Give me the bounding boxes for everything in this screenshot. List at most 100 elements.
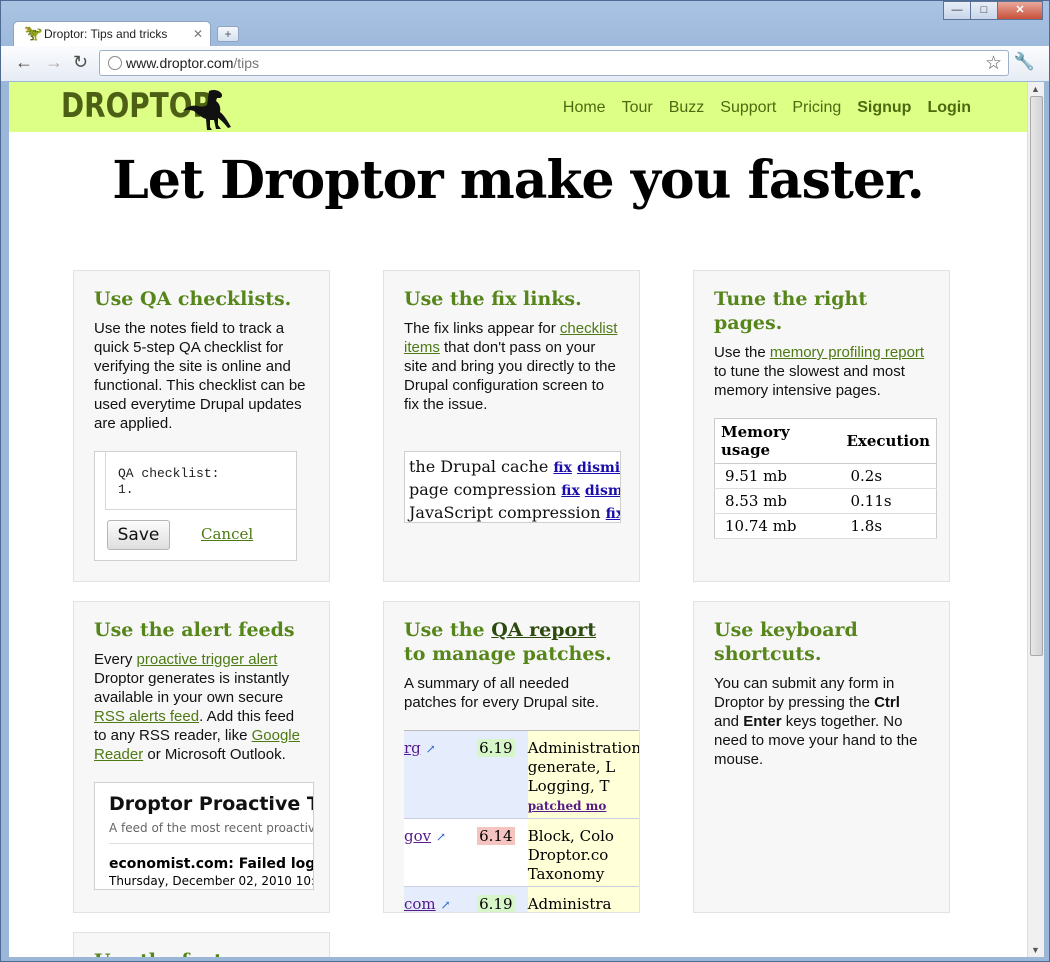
site-link[interactable]: rg [404, 739, 421, 757]
card-qa-report: Use the QA report to manage patches. A s… [383, 601, 640, 913]
dismiss-link[interactable]: dismiss [585, 483, 620, 499]
title-text: Use the [404, 619, 492, 641]
column-header: Execution [840, 418, 937, 464]
url-path: /tips [233, 55, 260, 71]
bookmark-star-icon[interactable]: ☆ [985, 52, 1002, 75]
body-text: to tune the slowest and most memory inte… [714, 363, 905, 399]
checklist-row: JavaScript compression fix [409, 502, 620, 522]
browser-tab[interactable]: 🦖 Droptor: Tips and tricks ✕ [13, 21, 211, 47]
qa-notes-form: QA checklist: 1. Save Cancel [94, 451, 297, 561]
card-title: Use the fix links. [404, 288, 582, 310]
patched-modules-link[interactable]: patched mo [528, 799, 607, 813]
forward-icon[interactable]: → [45, 52, 63, 72]
close-button[interactable]: ✕ [997, 1, 1043, 20]
nav-pricing[interactable]: Pricing [792, 99, 841, 117]
memory-profiling-link[interactable]: memory profiling report [770, 344, 924, 361]
window-controls: — □ ✕ [943, 1, 1043, 20]
card-alert-feeds: Use the alert feeds Every proactive trig… [73, 601, 330, 913]
maximize-button[interactable]: □ [970, 1, 998, 20]
browser-toolbar: ← → ↻ www.droptor.com/tips ☆ 🔧 [1, 46, 1049, 81]
execution-cell: 0.11s [840, 488, 937, 514]
notes-textarea[interactable]: QA checklist: 1. [105, 452, 296, 510]
save-button[interactable]: Save [107, 520, 170, 550]
feed-subtitle: A feed of the most recent proactive trig… [109, 821, 313, 844]
qa-report-table: rg ↗ 6.19 Administration generate, L Loggi… [404, 730, 640, 913]
table-row: 8.53 mb 0.11s [714, 488, 937, 514]
dinosaur-icon: 🦖 [24, 25, 43, 42]
title-text: to manage patches. [404, 643, 612, 665]
fix-link[interactable]: fix [606, 506, 620, 522]
external-link-icon[interactable]: ↗ [436, 830, 446, 844]
site-link[interactable]: gov [404, 827, 431, 845]
checklist-row: the Drupal cache fix dismiss [409, 456, 620, 479]
table-row: com ↗ 6.19 Administra [404, 886, 639, 913]
fix-link[interactable]: fix [553, 460, 572, 476]
memory-cell: 8.53 mb [714, 488, 841, 514]
table-row: 10.74 mb 1.8s [714, 513, 937, 539]
vertical-scrollbar[interactable]: ▲ ▼ [1027, 82, 1044, 957]
card-keyboard-shortcuts: Use keyboard shortcuts. You can submit a… [693, 601, 950, 913]
card-qa-checklists: Use QA checklists. Use the notes field t… [73, 270, 330, 582]
module-text: Taxonomy [527, 865, 605, 883]
row-label: page compression [409, 480, 562, 499]
rss-feed-link[interactable]: RSS alerts feed [94, 708, 199, 725]
page-title: Let Droptor make you faster. [112, 150, 924, 211]
cancel-link[interactable]: Cancel [201, 525, 253, 543]
globe-icon [108, 56, 122, 70]
body-text: Use the [714, 344, 770, 361]
minimize-button[interactable]: — [943, 1, 971, 20]
memory-table: Memory usage Execution 9.51 mb 0.2s 8.53 m… [714, 418, 937, 539]
nav-home[interactable]: Home [563, 99, 606, 117]
body-text: Droptor generates is instantly available… [94, 670, 290, 706]
site-header: DROPTOR Home Tour Buzz Support Pricing S… [9, 82, 1027, 132]
address-bar[interactable]: www.droptor.com/tips ☆ [99, 50, 1009, 76]
module-text: Block, Colo [527, 827, 614, 845]
module-text: Administra [527, 895, 612, 913]
card-tune-pages: Tune the right pages. Use the memory pro… [693, 270, 950, 582]
card-body: The fix links appear for checklist items… [404, 319, 619, 414]
close-tab-icon[interactable]: ✕ [193, 22, 203, 46]
nav-signup[interactable]: Signup [857, 99, 911, 117]
qa-report-link[interactable]: QA report [491, 619, 596, 641]
module-text: Droptor.co [527, 846, 609, 864]
card-title: Use keyboard shortcuts. [714, 619, 858, 665]
scroll-down-icon[interactable]: ▼ [1031, 945, 1040, 955]
column-header: Memory usage [714, 418, 841, 464]
external-link-icon[interactable]: ↗ [426, 742, 436, 756]
new-tab-button[interactable]: + [217, 26, 239, 42]
memory-cell: 9.51 mb [714, 463, 841, 489]
dinosaur-logo-icon [183, 89, 231, 130]
card-body: Use the memory profiling report to tune … [714, 343, 929, 400]
nav-support[interactable]: Support [720, 99, 776, 117]
fix-link[interactable]: fix [561, 483, 580, 499]
body-text: You can submit any form in Droptor by pr… [714, 675, 895, 711]
table-row: rg ↗ 6.19 Administration generate, L Loggi… [404, 730, 640, 819]
card-title: Use the features... [94, 949, 309, 957]
table-row: 9.51 mb 0.2s [714, 463, 937, 489]
dismiss-link[interactable]: dismiss [577, 460, 620, 476]
url-text[interactable]: www.droptor.com/tips [126, 55, 259, 71]
card-title: Use the QA report to manage patches. [404, 618, 619, 666]
site-link[interactable]: com [404, 895, 436, 912]
execution-cell: 0.2s [840, 463, 937, 489]
browser-window: — □ ✕ 🦖 Droptor: Tips and tricks ✕ + ← →… [0, 0, 1050, 962]
nav-buzz[interactable]: Buzz [669, 99, 705, 117]
scrollbar-thumb[interactable] [1030, 96, 1043, 656]
wrench-icon[interactable]: 🔧 [1014, 52, 1035, 72]
card-body: You can submit any form in Droptor by pr… [714, 674, 929, 769]
body-text: or Microsoft Outlook. [143, 746, 286, 763]
nav-login[interactable]: Login [927, 99, 971, 117]
site-nav: Home Tour Buzz Support Pricing Signup Lo… [563, 99, 971, 117]
scroll-up-icon[interactable]: ▲ [1031, 84, 1040, 94]
module-text: Administration [527, 739, 640, 757]
nav-tour[interactable]: Tour [622, 99, 653, 117]
row-label: the Drupal cache [409, 457, 554, 476]
checklist-row: page compression fix dismiss [409, 479, 620, 502]
feed-entry-title[interactable]: economist.com: Failed logins [109, 856, 313, 872]
reload-icon[interactable]: ↻ [73, 52, 88, 72]
external-link-icon[interactable]: ↗ [440, 898, 450, 912]
card-title: Tune the right pages. [714, 288, 868, 334]
back-icon[interactable]: ← [15, 52, 33, 72]
proactive-trigger-link[interactable]: proactive trigger alert [137, 651, 278, 668]
memory-cell: 10.74 mb [714, 513, 841, 539]
